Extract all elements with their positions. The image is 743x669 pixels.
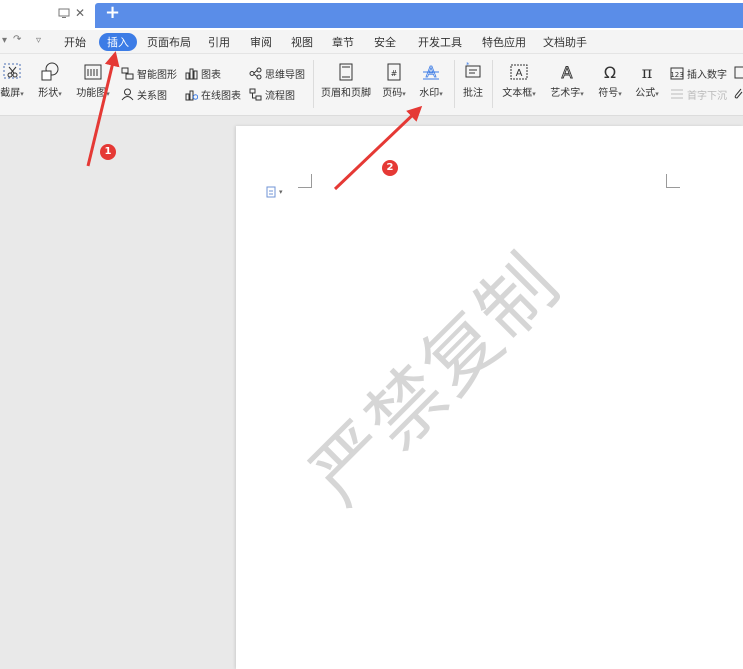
- step-badge-2: 2: [382, 160, 398, 176]
- annotation-arrows: [86, 51, 423, 191]
- arrow-2: [333, 105, 423, 191]
- step-badge-1: 1: [100, 144, 116, 160]
